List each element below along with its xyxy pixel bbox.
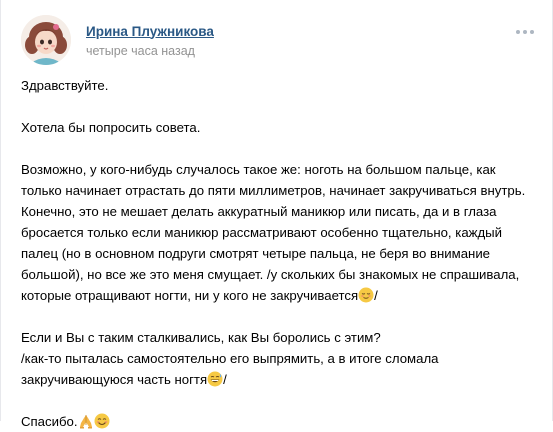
text-line: Конечно, это не мешает делать аккуратный… [21,204,497,219]
dot [530,30,534,34]
text-line-with-emoji: которые отращивают ногти, ни у кого не з… [21,285,541,306]
text-line: большой), но все же это меня смущает. /у… [21,267,520,282]
text-line: Если и Вы с таким сталкивались, как Вы б… [21,330,381,345]
post-timestamp[interactable]: четыре часа назад [86,43,214,60]
text-line: закручивающуюся часть ногтя [21,372,208,387]
relieved-face-emoji [358,287,374,303]
grinning-sweat-emoji [207,371,223,387]
post-text: Здравствуйте. Хотела бы попросить совета… [21,75,541,432]
more-actions-icon[interactable] [516,30,534,34]
text-line-with-emoji: Спасибо. [21,411,541,432]
text-line: только начинает отрастать до пяти миллим… [21,183,526,198]
dot [523,30,527,34]
post-meta: Ирина Плужникова четыре часа назад [86,21,214,60]
text-line: /как-то пыталась самостоятельно его выпр… [21,351,439,366]
thanks-text: Спасибо. [21,414,78,429]
text-line: / [374,288,378,303]
text-line: Возможно, у кого-нибудь случалось такое … [21,162,496,177]
text-line: палец (но в основном подруги смотрят чет… [21,246,491,261]
post-header: Ирина Плужникова четыре часа назад [21,15,214,65]
greeting-text: Здравствуйте. [21,78,109,93]
text-line: / [223,372,227,387]
text-line: бросается только если маникюр рассматрив… [21,225,503,240]
folded-hands-emoji [79,415,92,429]
smiling-face-emoji [94,413,110,429]
dot [516,30,520,34]
text-line: которые отращивают ногти, ни у кого не з… [21,288,359,303]
request-text: Хотела бы попросить совета. [21,120,201,135]
avatar[interactable] [21,15,71,65]
text-line-with-emoji: закручивающуюся часть ногтя / [21,369,541,390]
wall-post: Ирина Плужникова четыре часа назад Здрав… [0,0,553,429]
author-name-link[interactable]: Ирина Плужникова [86,23,214,41]
avatar-illustration [21,15,71,65]
